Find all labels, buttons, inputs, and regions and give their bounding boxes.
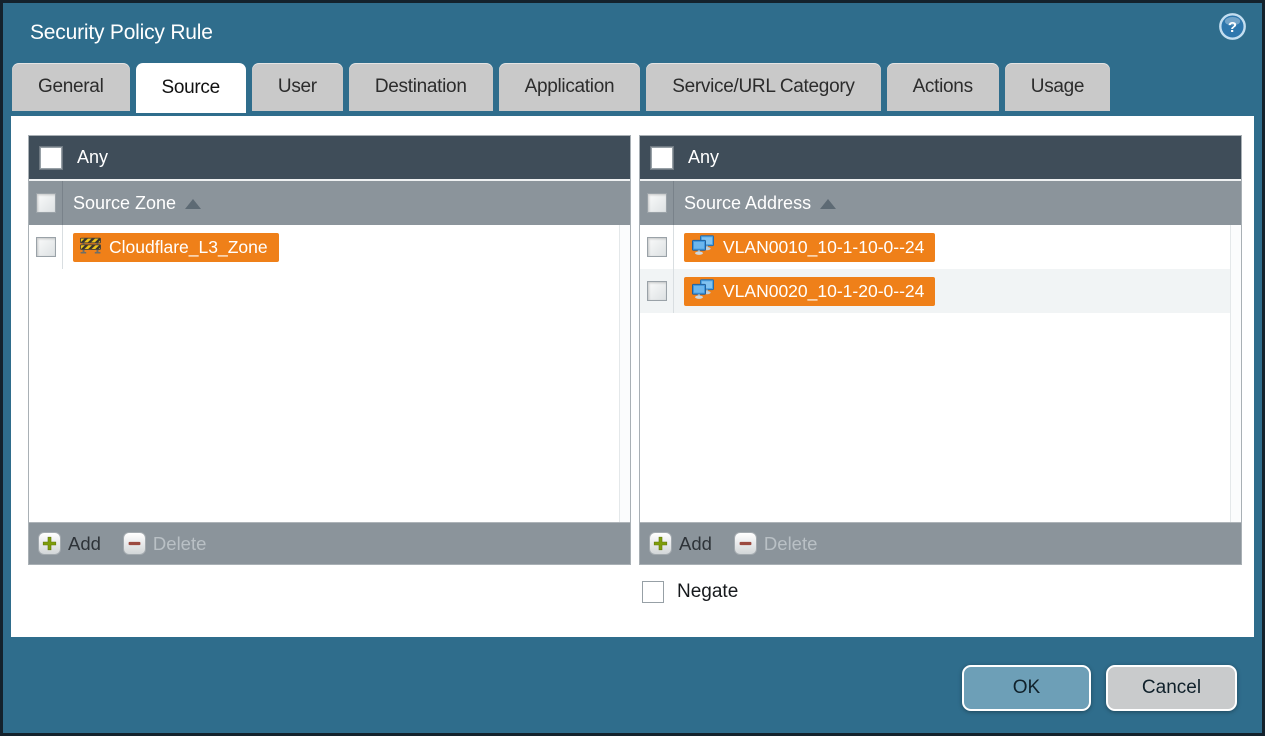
source-address-tag[interactable]: VLAN0020_10-1-20-0--24 [684,276,936,306]
source-address-panel: Any Source Address VLAN0010_10-1-10-0--2… [639,135,1242,565]
cancel-button[interactable]: Cancel [1106,665,1237,711]
sort-ascending-icon [820,199,837,209]
tab-destination[interactable]: Destination [348,63,493,111]
tab-usage[interactable]: Usage [1004,63,1111,111]
source-zone-tag[interactable]: Cloudflare_L3_Zone [73,232,279,262]
source-address-tag[interactable]: VLAN0010_10-1-10-0--24 [684,232,936,262]
dialog-footer: OK Cancel [962,665,1237,711]
source-address-list: VLAN0010_10-1-10-0--24 VLAN0020_10-1-20-… [640,225,1241,522]
titlebar: Security Policy Rule ? [3,3,1262,63]
source-zone-add-button[interactable]: Add [38,532,101,555]
source-zone-column-header[interactable]: Source Zone [29,181,630,225]
delete-minus-icon [733,532,757,555]
source-address-footer: Add Delete [640,522,1241,564]
source-zone-row-label: Cloudflare_L3_Zone [109,236,268,257]
negate-row: Negate [642,581,1242,603]
source-zone-row: Cloudflare_L3_Zone [29,225,630,269]
source-zone-panel: Any Source Zone Cloudflare_L3_Zone Add D… [28,135,631,565]
source-address-any-label: Any [688,147,720,167]
address-network-icon [691,234,715,260]
add-plus-icon [38,532,61,555]
tab-actions[interactable]: Actions [886,63,999,111]
delete-minus-icon [122,532,146,555]
source-address-any-checkbox[interactable] [651,146,673,169]
add-plus-icon [649,532,672,555]
source-zone-row-checkbox[interactable] [35,237,56,257]
tab-bar: General Source User Destination Applicat… [3,63,1262,113]
source-address-any-bar: Any [640,136,1241,181]
zone-barricade-icon [80,236,101,259]
source-zone-column-label: Source Zone [73,192,177,213]
source-tab-content: Any Source Zone Cloudflare_L3_Zone Add D… [11,116,1254,637]
source-address-row-checkbox[interactable] [646,237,667,257]
tab-service-url-category[interactable]: Service/URL Category [646,63,881,111]
source-address-select-all-checkbox[interactable] [646,193,667,213]
source-zone-any-checkbox[interactable] [40,146,62,169]
tab-general[interactable]: General [12,63,130,111]
security-policy-rule-dialog: Security Policy Rule ? General Source Us… [0,0,1265,736]
svg-text:?: ? [1228,19,1237,36]
source-address-row-checkbox[interactable] [646,281,667,301]
source-address-row: VLAN0010_10-1-10-0--24 [640,225,1241,269]
negate-checkbox[interactable] [642,581,664,603]
source-address-add-button[interactable]: Add [649,532,712,555]
address-network-icon [691,278,715,304]
ok-button[interactable]: OK [962,665,1091,711]
source-zone-any-label: Any [77,147,109,167]
source-address-row: VLAN0020_10-1-20-0--24 [640,269,1241,313]
tab-user[interactable]: User [251,63,343,111]
negate-label: Negate [677,581,739,602]
source-address-column-label: Source Address [684,192,812,213]
source-zone-delete-button[interactable]: Delete [122,532,206,555]
help-icon[interactable]: ? [1219,13,1246,40]
source-zone-any-bar: Any [29,136,630,181]
source-zone-footer: Add Delete [29,522,630,564]
dialog-title: Security Policy Rule [30,21,213,44]
source-zone-list: Cloudflare_L3_Zone [29,225,630,522]
source-address-row-label: VLAN0020_10-1-20-0--24 [723,280,925,301]
source-zone-select-all-checkbox[interactable] [35,193,56,213]
tab-application[interactable]: Application [498,63,641,111]
source-address-row-label: VLAN0010_10-1-10-0--24 [723,236,925,257]
tab-source[interactable]: Source [135,63,246,113]
sort-ascending-icon [185,199,202,209]
source-address-delete-button[interactable]: Delete [733,532,817,555]
source-address-column-header[interactable]: Source Address [640,181,1241,225]
